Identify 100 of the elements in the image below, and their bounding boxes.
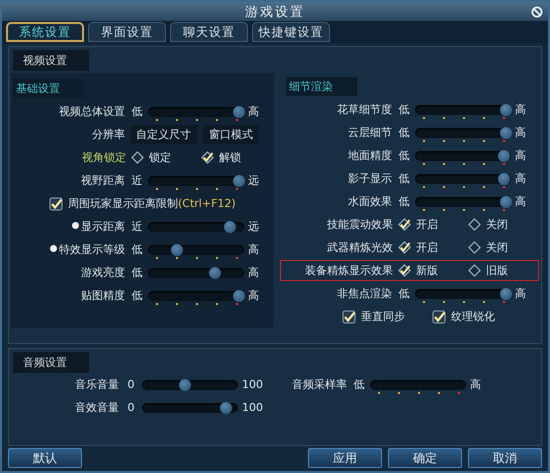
option-label[interactable]: 解锁 xyxy=(219,150,241,165)
scale-label: 0 xyxy=(126,378,136,391)
slider-track[interactable] xyxy=(148,106,244,116)
setting-label: 水面效果 xyxy=(347,194,393,209)
slider-thumb[interactable] xyxy=(498,150,510,162)
setting-label: 云层细节 xyxy=(347,125,393,140)
tab[interactable]: 快捷键设置 xyxy=(252,22,330,42)
setting-label: 影子显示 xyxy=(347,171,393,186)
slider-track[interactable] xyxy=(415,104,511,114)
setting-label: 地面精度 xyxy=(347,148,393,163)
slider-track[interactable] xyxy=(415,196,511,206)
scale-label: 高 xyxy=(248,242,259,257)
slider-thumb[interactable] xyxy=(500,288,512,300)
check-diamond-icon[interactable] xyxy=(201,151,214,164)
section-title: 视频设置 xyxy=(13,50,89,71)
scale-label: 低 xyxy=(398,102,410,117)
scale-label: 100 xyxy=(242,378,263,391)
setting-label: 非焦点渲染 xyxy=(336,286,393,301)
scale-label: 高 xyxy=(470,377,481,392)
option-label[interactable]: 锁定 xyxy=(149,150,171,165)
slider-thumb[interactable] xyxy=(209,266,222,278)
tab[interactable]: 聊天设置 xyxy=(170,22,248,42)
slider-track[interactable] xyxy=(415,174,511,184)
close-icon[interactable] xyxy=(531,6,543,18)
dialog-button[interactable]: 确定 xyxy=(388,448,462,468)
slider-track[interactable] xyxy=(148,244,244,254)
scale-label: 低 xyxy=(398,194,410,209)
slider-thumb[interactable] xyxy=(498,172,510,184)
scale-label: 远 xyxy=(248,173,259,188)
dialog-button[interactable]: 取消 xyxy=(468,448,542,468)
scale-label: 低 xyxy=(398,286,410,301)
setting-label: 音效音量 xyxy=(74,400,120,415)
scale-label: 高 xyxy=(515,148,526,163)
scale-label: 低 xyxy=(352,377,366,392)
checkbox[interactable] xyxy=(342,310,356,324)
slider-track[interactable] xyxy=(148,290,244,300)
slider-thumb[interactable] xyxy=(179,378,192,390)
setting-label: 花草细节度 xyxy=(336,102,393,117)
scale-label: 高 xyxy=(515,125,526,140)
diamond-icon[interactable] xyxy=(468,241,481,254)
default-button[interactable]: 默认 xyxy=(8,448,82,468)
option-label[interactable]: 纹理锐化 xyxy=(451,309,495,324)
slider-thumb[interactable] xyxy=(233,106,246,118)
checkbox[interactable] xyxy=(432,310,446,324)
tab[interactable]: 系统设置 xyxy=(6,22,84,42)
slider-track[interactable] xyxy=(142,380,238,390)
scale-label: 低 xyxy=(130,265,144,280)
slider-track[interactable] xyxy=(415,288,511,298)
slider-thumb[interactable] xyxy=(233,290,246,302)
option-label[interactable]: 垂直同步 xyxy=(361,309,405,324)
dropdown-field[interactable]: 自定义尺寸 xyxy=(130,125,197,144)
slider-track[interactable] xyxy=(148,222,244,232)
slider-track[interactable] xyxy=(148,268,244,278)
option-label[interactable]: 旧版 xyxy=(486,263,508,278)
slider-track[interactable] xyxy=(142,402,238,412)
setting-label: 视野距离 xyxy=(80,173,126,188)
slider-thumb[interactable] xyxy=(220,402,232,414)
setting-label: 特效显示等级 xyxy=(13,242,130,257)
scale-label: 0 xyxy=(126,401,136,414)
slider-track[interactable] xyxy=(415,128,511,138)
slider-thumb[interactable] xyxy=(233,174,246,186)
option-label[interactable]: 周围玩家显示距离限制(Ctrl+F12) xyxy=(68,196,236,211)
option-label[interactable]: 开启 xyxy=(416,240,438,255)
slider-track[interactable] xyxy=(370,380,466,390)
option-label[interactable]: 关闭 xyxy=(486,240,508,255)
scale-label: 近 xyxy=(130,219,144,234)
group-heading: 基础设置 xyxy=(13,79,84,98)
tab[interactable]: 界面设置 xyxy=(88,22,166,42)
diamond-icon[interactable] xyxy=(131,151,144,164)
slider-thumb[interactable] xyxy=(224,220,236,232)
slider-track[interactable] xyxy=(148,176,244,186)
scale-label: 远 xyxy=(248,219,259,234)
option-label[interactable]: 关闭 xyxy=(486,217,508,232)
scale-label: 低 xyxy=(398,171,410,186)
check-diamond-icon[interactable] xyxy=(398,218,411,231)
option-label[interactable]: 新版 xyxy=(416,263,438,278)
dialog-button[interactable]: 应用 xyxy=(308,448,382,468)
diamond-icon[interactable] xyxy=(468,264,481,277)
check-diamond-icon[interactable] xyxy=(398,241,411,254)
diamond-icon[interactable] xyxy=(468,218,481,231)
slider-thumb[interactable] xyxy=(170,244,183,256)
scale-label: 高 xyxy=(515,102,526,117)
setting-label: 武器精炼光效 xyxy=(326,240,394,255)
setting-label: 贴图精度 xyxy=(80,288,126,303)
option-label[interactable]: 开启 xyxy=(416,217,438,232)
scale-label: 近 xyxy=(130,173,144,188)
setting-label: 游戏亮度 xyxy=(80,265,126,280)
checkbox[interactable] xyxy=(49,196,63,210)
scale-label: 高 xyxy=(515,194,526,209)
slider-track[interactable] xyxy=(415,150,511,160)
slider-thumb[interactable] xyxy=(500,104,512,116)
scale-label: 低 xyxy=(130,288,144,303)
setting-label: 分辨率 xyxy=(91,127,126,142)
scale-label: 100 xyxy=(242,401,263,414)
section-title: 音频设置 xyxy=(13,352,89,373)
dropdown-field[interactable]: 窗口模式 xyxy=(203,125,259,144)
check-diamond-icon[interactable] xyxy=(398,264,411,277)
slider-thumb[interactable] xyxy=(500,196,512,208)
scale-label: 低 xyxy=(398,125,410,140)
slider-thumb[interactable] xyxy=(500,126,512,138)
